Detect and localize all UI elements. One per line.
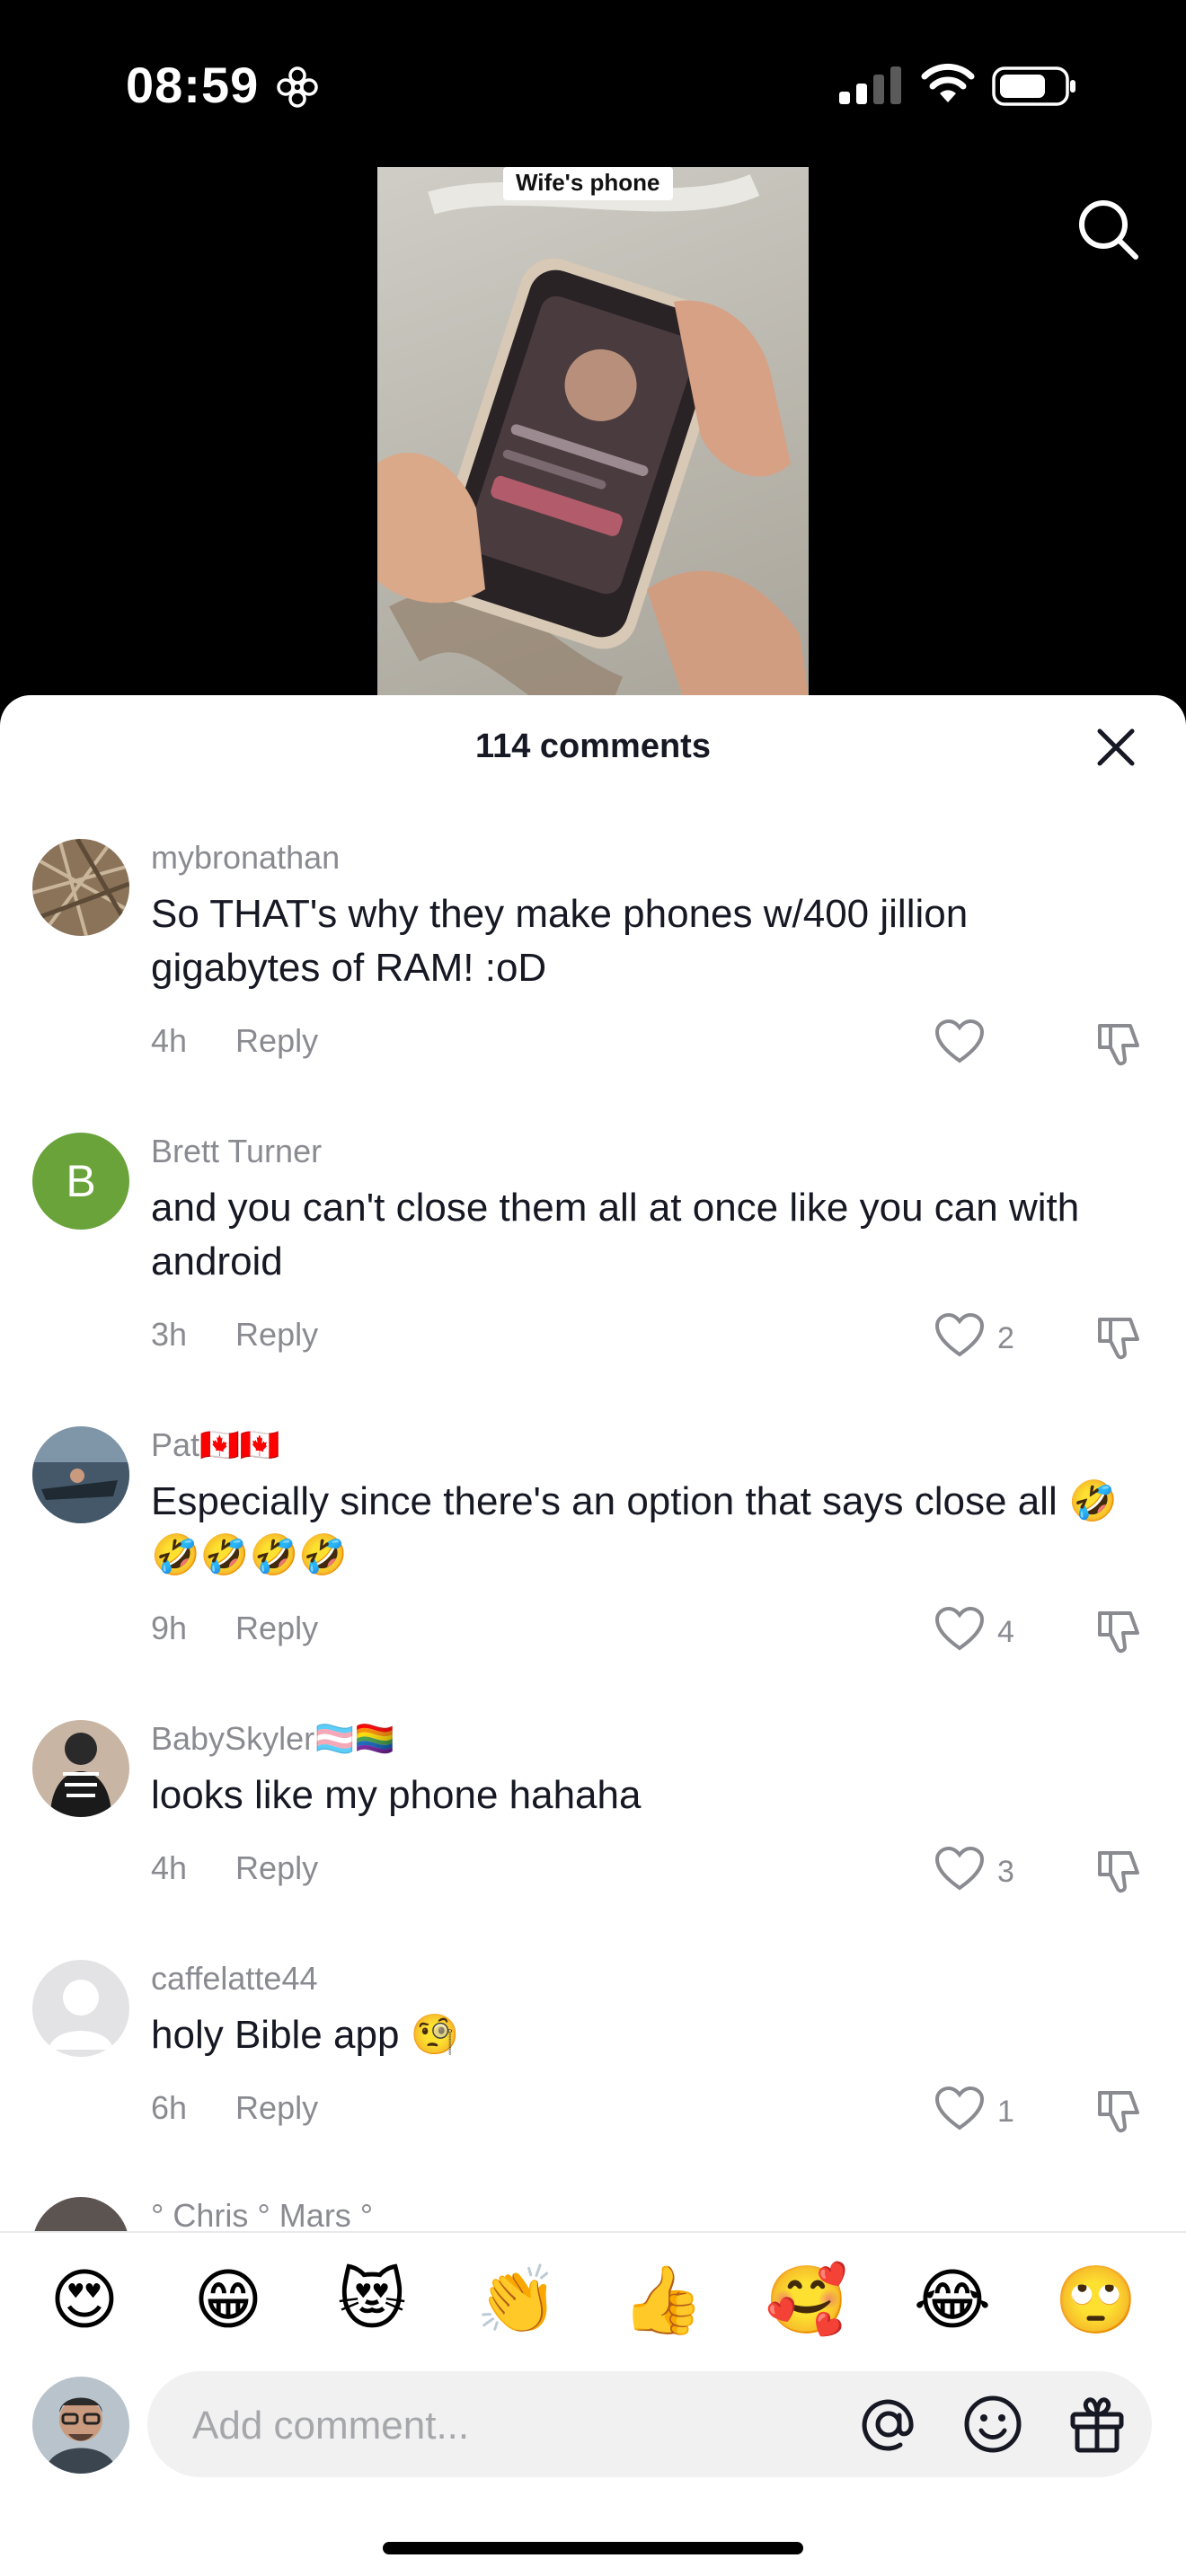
home-indicator[interactable] — [383, 2542, 803, 2554]
avatar[interactable] — [32, 839, 129, 936]
thumbs-down-icon — [1098, 1024, 1139, 1066]
smiley-icon[interactable] — [961, 2393, 1024, 2456]
avatar-letter: B — [66, 1156, 96, 1206]
at-icon[interactable] — [857, 2393, 920, 2456]
avatar[interactable] — [32, 1960, 129, 2057]
reply-button[interactable]: Reply — [235, 1849, 318, 1886]
comment-meta: 4h Reply — [151, 1849, 318, 1887]
like-button[interactable]: 3 — [934, 1846, 1042, 1900]
reply-button[interactable]: Reply — [235, 1610, 318, 1646]
dislike-button[interactable] — [1094, 2086, 1145, 2139]
comment-age: 4h — [151, 1849, 188, 1886]
video-thumbnail[interactable]: Wife's phone — [377, 167, 809, 697]
emoji-eye-roll[interactable]: 🙄 — [1051, 2260, 1141, 2341]
thumbs-down-icon — [1098, 1318, 1139, 1360]
comment-text: So THAT's why they make phones w/400 jil… — [151, 892, 969, 990]
emoji-tears-of-joy[interactable]: 😂 — [907, 2260, 997, 2341]
reply-button[interactable]: Reply — [235, 2089, 318, 2126]
dislike-button[interactable] — [1094, 1019, 1145, 1072]
comment-meta: 3h Reply — [151, 1316, 318, 1354]
comments-count-title: 114 comments — [475, 728, 711, 765]
focus-flower-icon — [277, 66, 318, 108]
thumbs-down-icon — [1098, 1611, 1139, 1654]
heart-icon — [934, 1846, 985, 1891]
like-count: 3 — [997, 1855, 1014, 1889]
comment-text: holy Bible app 🧐 — [151, 2013, 460, 2057]
like-count: 4 — [997, 1615, 1014, 1649]
comment-username[interactable]: Pat🇨🇦🇨🇦 — [151, 1426, 280, 1464]
status-time: 08:59 — [126, 57, 260, 113]
like-button[interactable]: 1 — [934, 2086, 1042, 2139]
comment-meta: 4h Reply — [151, 1022, 318, 1060]
comment-age: 6h — [151, 2089, 188, 2126]
thumbs-down-icon — [1098, 1851, 1139, 1893]
comment-username[interactable]: ° Chris ° Mars ° — [151, 2197, 373, 2235]
comment-age: 4h — [151, 1022, 188, 1059]
status-bar: 08:59 — [0, 0, 1186, 171]
comment-meta: 6h Reply — [151, 2089, 318, 2127]
like-count: 2 — [997, 1321, 1014, 1355]
reply-button[interactable]: Reply — [235, 1316, 318, 1353]
video-caption: Wife's phone — [503, 167, 673, 200]
comment-meta: 9h Reply — [151, 1610, 318, 1647]
emoji-grin[interactable]: 😁 — [183, 2260, 273, 2341]
heart-icon — [934, 1312, 985, 1357]
dislike-button[interactable] — [1094, 1606, 1145, 1660]
video-frame-image — [377, 173, 809, 697]
comment-age: 9h — [151, 1610, 188, 1646]
emoji-quick-bar: 😍 😁 😻 👏 👍 🥰 😂 🙄 — [0, 2231, 1186, 2368]
heart-icon — [934, 1019, 985, 1063]
default-avatar-icon — [49, 1980, 113, 2050]
comment-age: 3h — [151, 1316, 188, 1353]
dislike-button[interactable] — [1094, 1846, 1145, 1900]
signal-icon — [839, 66, 901, 104]
comment-text: Especially since there's an option that … — [151, 1479, 1118, 1577]
battery-icon — [992, 66, 1075, 106]
like-count: 1 — [997, 2095, 1014, 2129]
emoji-cat-heart-eyes[interactable]: 😻 — [327, 2260, 417, 2341]
emoji-thumbs-up[interactable]: 👍 — [618, 2260, 708, 2341]
emoji-heart-eyes[interactable]: 😍 — [40, 2260, 129, 2341]
like-button[interactable]: 4 — [934, 1606, 1042, 1660]
comment-input[interactable]: Add comment... — [147, 2371, 1152, 2477]
my-avatar[interactable] — [32, 2377, 129, 2474]
wifi-icon — [921, 63, 975, 102]
emoji-smiling-hearts[interactable]: 🥰 — [762, 2260, 852, 2341]
search-icon[interactable] — [1075, 196, 1141, 262]
thumbs-down-icon — [1098, 2091, 1139, 2133]
comment-text: and you can't close them all at once lik… — [151, 1186, 1080, 1284]
comment-username[interactable]: Brett Turner — [151, 1133, 322, 1170]
comment-username[interactable]: caffelatte44 — [151, 1960, 317, 1998]
close-icon[interactable] — [1091, 722, 1141, 772]
like-button[interactable] — [934, 1019, 1042, 1072]
dislike-button[interactable] — [1094, 1312, 1145, 1366]
avatar[interactable] — [32, 1720, 129, 1817]
comment-placeholder: Add comment... — [192, 2404, 470, 2448]
comment-username[interactable]: BabySkyler🏳️‍⚧️🏳️‍🌈 — [151, 1720, 395, 1758]
comment-text: looks like my phone hahaha — [151, 1773, 642, 1817]
emoji-clapping[interactable]: 👏 — [473, 2260, 562, 2341]
reply-button[interactable]: Reply — [235, 1022, 318, 1059]
heart-icon — [934, 1606, 985, 1651]
comment-username[interactable]: mybronathan — [151, 839, 340, 877]
like-button[interactable]: 2 — [934, 1312, 1042, 1366]
avatar[interactable] — [32, 1426, 129, 1523]
heart-icon — [934, 2086, 985, 2130]
gift-icon[interactable] — [1066, 2393, 1128, 2456]
avatar[interactable]: B — [32, 1133, 129, 1230]
